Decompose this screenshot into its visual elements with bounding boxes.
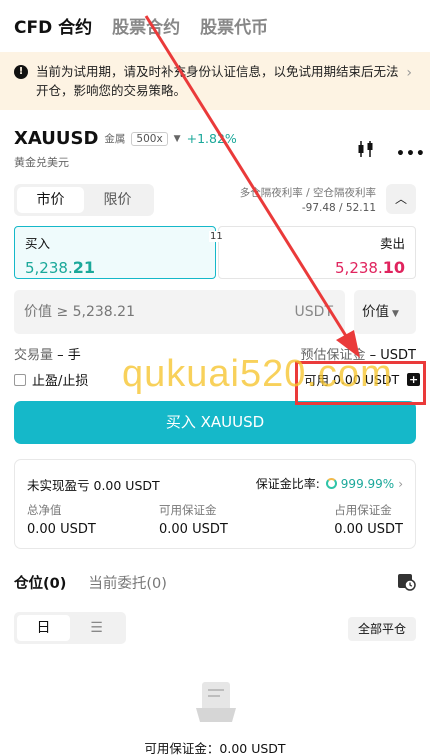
spread-value: 11 <box>209 231 224 242</box>
history-icon[interactable] <box>396 571 416 591</box>
symbol-header[interactable]: XAUUSD 金属 500x ▼ +1.82% <box>14 128 237 149</box>
margin-ratio-ring-icon <box>325 478 337 489</box>
available-balance: 可用 0.00 USDT + <box>304 370 421 389</box>
available-margin: 可用保证金 0.00 USDT <box>159 503 228 537</box>
plus-icon[interactable]: + <box>407 373 421 386</box>
margin-value: – USDT <box>369 348 416 363</box>
notice-text: 当前为试用期，请及时补充身份认证信息，以免试用期结束后无法开仓，影响您的交易策略… <box>36 64 399 98</box>
tab-open-orders[interactable]: 当前委托(0) <box>88 572 167 593</box>
value-input[interactable]: 价值 ≥ 5,238.21 USDT <box>14 290 345 334</box>
quantity-info: 交易量 – 手 <box>14 344 81 363</box>
estimated-margin-info: 预估保证金 – USDT <box>300 344 416 363</box>
buy-button[interactable]: 买入 XAUUSD <box>14 401 416 444</box>
available-margin-footer: 可用保证金：0.00 USDT <box>144 741 286 755</box>
calendar-view-icon[interactable]: 日 <box>17 615 70 641</box>
symbol-name: XAUUSD <box>14 128 99 149</box>
overnight-rate-label: 多仓隔夜利率 / 空仓隔夜利率 <box>239 187 376 199</box>
overnight-rate-value: -97.48 / 52.11 <box>301 202 376 214</box>
position-tabs: 仓位(0) 当前委托(0) <box>14 572 189 593</box>
close-all-button[interactable]: 全部平仓 <box>348 617 416 641</box>
buy-label: 买入 <box>25 236 51 251</box>
available-label: 可用 <box>304 373 330 388</box>
list-view-icon[interactable]: ☰ <box>70 615 123 641</box>
chevron-up-icon[interactable]: ︿ <box>386 184 416 214</box>
symbol-description: 黄金兑美元 <box>14 156 69 169</box>
market-order-tab[interactable]: 市价 <box>17 187 84 213</box>
view-mode-selector: 日 ☰ <box>14 612 126 644</box>
tpsl-checkbox[interactable]: 止盈/止损 <box>14 370 88 389</box>
dropdown-icon[interactable]: ▼ <box>174 134 181 144</box>
value-unit: USDT <box>294 304 333 320</box>
trial-notice-banner[interactable]: ! 当前为试用期，请及时补充身份认证信息，以免试用期结束后无法开仓，影响您的交易… <box>0 52 430 110</box>
value-input-placeholder: 价值 ≥ 5,238.21 <box>24 304 135 320</box>
sell-label: 卖出 <box>379 236 405 251</box>
order-type-selector: 市价 限价 <box>14 184 154 216</box>
candlestick-icon[interactable] <box>356 139 376 159</box>
checkbox-icon[interactable] <box>14 373 26 386</box>
warning-icon: ! <box>14 65 28 79</box>
tab-stock-token[interactable]: 股票代币 <box>200 13 268 38</box>
used-margin: 占用保证金 0.00 USDT <box>334 503 403 537</box>
margin-ratio[interactable]: 保证金比率: 999.99% › <box>256 475 403 492</box>
quantity-label: 交易量 <box>14 348 54 363</box>
limit-order-tab[interactable]: 限价 <box>84 187 151 213</box>
tpsl-label: 止盈/止损 <box>32 374 89 389</box>
chevron-right-icon: › <box>406 65 412 81</box>
available-value: 0.00 USDT <box>333 372 400 387</box>
market-tabs: CFD 合约 股票合约 股票代币 <box>0 0 430 50</box>
price-change: +1.82% <box>186 131 237 146</box>
tab-stock-contract[interactable]: 股票合约 <box>112 13 180 38</box>
value-type-label: 价值 <box>362 304 389 320</box>
dropdown-icon: ▼ <box>392 309 399 319</box>
tab-positions[interactable]: 仓位(0) <box>14 572 66 593</box>
more-icon[interactable]: ••• <box>396 146 426 162</box>
quantity-value: – 手 <box>57 348 81 363</box>
chevron-right-icon: › <box>398 476 403 491</box>
total-equity: 总净值 0.00 USDT <box>27 503 96 537</box>
margin-label: 预估保证金 <box>300 348 366 363</box>
symbol-category-tag: 金属 <box>104 133 126 145</box>
account-summary-card: 未实现盈亏 0.00 USDT 保证金比率: 999.99% › 总净值 0.0… <box>14 459 416 549</box>
empty-document-icon <box>196 682 236 722</box>
leverage-badge[interactable]: 500x <box>131 131 168 146</box>
buy-price: 5,238.21 <box>25 258 95 277</box>
unrealized-pnl: 未实现盈亏 0.00 USDT <box>27 478 160 493</box>
buy-quote[interactable]: 买入 5,238.21 <box>14 226 216 279</box>
sell-quote[interactable]: 卖出 5,238.10 <box>218 226 416 279</box>
value-type-select[interactable]: 价值 ▼ <box>354 290 416 334</box>
sell-price: 5,238.10 <box>335 258 405 277</box>
tab-cfd[interactable]: CFD 合约 <box>14 13 92 38</box>
